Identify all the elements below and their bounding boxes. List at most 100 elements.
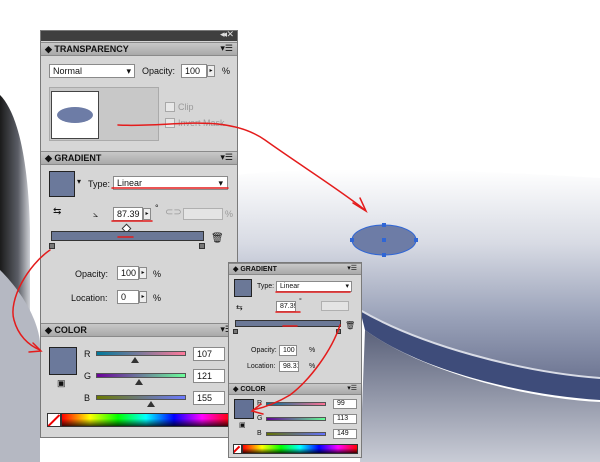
color-small-spectrum[interactable] [242,444,358,454]
gradient-swatch[interactable] [49,171,75,197]
gradient-small-location-label: Location: [247,363,276,370]
panel-menu-icon[interactable]: ▾☰ [347,264,357,272]
selection-handle-left [350,238,354,242]
color-small-red-slider[interactable] [266,402,326,406]
chevron-down-icon: ▾ [126,66,131,76]
gradient-small-aspect-input [321,301,349,311]
panel-menu-icon[interactable]: ▾☰ [220,152,233,163]
gradient-location-label: Location: [71,293,108,303]
selection-handle-top [382,223,386,227]
gradient-small-type-select[interactable]: Linear ▾ [276,281,352,292]
selection-handle-right [414,238,418,242]
blue-input[interactable]: 155 [193,391,225,405]
close-icon[interactable]: ✕ [226,29,234,40]
gradient-small-location-input[interactable]: 98.31 [279,361,299,372]
color-small-blue-input[interactable]: 149 [333,429,357,439]
color-small-green-slider[interactable] [266,417,326,421]
gradient-small-swatch[interactable] [234,279,252,297]
blue-slider-thumb[interactable] [147,401,155,407]
gradient-small-stop-left[interactable] [233,329,238,334]
green-label: G [84,371,92,381]
gradient-type-label: Type: [88,179,111,189]
red-input[interactable]: 107 [193,347,225,361]
angle-input[interactable]: 87.39 [113,207,143,221]
color-small-green-input[interactable]: 113 [333,414,357,424]
swatch-dropdown-icon[interactable]: ▾ [77,177,81,186]
fill-color-swatch[interactable] [49,347,77,375]
thumbnail-ellipse [57,107,93,123]
out-of-gamut-icon[interactable]: ▣ [239,421,246,431]
clip-checkbox[interactable] [165,102,175,112]
device-left-lower [0,270,40,462]
panel-menu-icon[interactable]: ▾☰ [220,43,233,54]
gradient-small-header[interactable]: ◆ GRADIENT ▾☰ [229,263,361,275]
gradient-small-stop-right[interactable] [336,329,341,334]
invert-mask-checkbox[interactable] [165,118,175,128]
color-title: ◆ COLOR [45,325,87,335]
blue-label: B [84,393,91,403]
gradient-small-title: ◆ GRADIENT [233,266,277,273]
panel-title-bar[interactable]: ◂◂ ✕ [41,29,237,41]
color-spectrum[interactable] [61,413,231,427]
color-small-red-input[interactable]: 99 [333,399,357,409]
color-small-blue-label: B [257,430,262,437]
opacity-stepper[interactable]: ▸ [207,65,215,77]
blue-slider[interactable] [96,395,186,400]
reverse-gradient-icon[interactable]: ⇆ [236,303,243,313]
gradient-small-angle-input[interactable]: 87.39 [276,301,296,312]
gradient-small-opacity-label: Opacity: [251,347,277,354]
degree-symbol: ° [155,203,159,213]
gradient-type-select[interactable]: Linear ▾ [113,176,228,190]
green-slider[interactable] [96,373,186,378]
panel-stack-small: ◆ GRADIENT ▾☰ Type: Linear ▾ ⇆ 87.39 ° 🗑… [228,262,362,458]
trash-icon[interactable]: 🗑 [211,234,224,244]
none-color-icon[interactable] [47,413,61,427]
red-slider-thumb[interactable] [131,357,139,363]
gradient-title: ◆ GRADIENT [45,153,102,163]
angle-stepper[interactable]: ▸ [143,208,151,220]
color-small-red-label: R [257,400,263,407]
trash-icon[interactable]: 🗑 [345,321,355,331]
opacity-label: Opacity: [142,66,176,76]
none-color-icon[interactable] [233,444,242,454]
gradient-opacity-stepper[interactable]: ▸ [139,267,147,279]
gradient-small-slider-bar[interactable] [235,320,341,327]
color-small-title: ◆ COLOR [233,386,266,393]
gradient-header[interactable]: ◆ GRADIENT ▾☰ [41,151,237,165]
panel-menu-icon[interactable]: ▾☰ [347,384,357,392]
color-header[interactable]: ◆ COLOR ▾☰ [41,323,237,337]
red-slider[interactable] [96,351,186,356]
gradient-small-opacity-unit: % [309,347,316,354]
chevron-down-icon: ▾ [345,283,349,290]
gradient-opacity-unit: % [153,269,162,279]
gradient-location-unit: % [153,293,162,303]
color-small-blue-slider[interactable] [266,432,326,436]
gradient-location-stepper[interactable]: ▸ [139,291,147,303]
chevron-down-icon: ▾ [218,178,223,188]
gradient-opacity-input[interactable]: 100 [117,266,139,280]
gradient-stop-left[interactable] [49,243,55,249]
gradient-stop-right[interactable] [199,243,205,249]
selection-handle-bottom [382,253,386,257]
selection-center [382,238,386,242]
blend-mode-select[interactable]: Normal ▾ [49,64,135,78]
color-small-swatch[interactable] [234,399,254,419]
gradient-opacity-label: Opacity: [75,269,109,279]
color-small-green-label: G [257,415,263,422]
green-input[interactable]: 121 [193,369,225,383]
gradient-small-degree: ° [299,298,302,305]
green-slider-thumb[interactable] [135,379,143,385]
reverse-gradient-icon[interactable]: ⇆ [53,207,61,217]
transparency-header[interactable]: ◆ TRANSPARENCY ▾☰ [41,42,237,56]
aspect-unit: % [225,209,234,219]
color-small-header[interactable]: ◆ COLOR ▾☰ [229,383,361,395]
collapse-icon[interactable]: ◂◂ [220,29,227,40]
out-of-gamut-icon[interactable]: ▣ [57,378,66,388]
clip-label: Clip [178,102,194,112]
gradient-small-type-label: Type: [257,283,275,290]
gradient-location-input[interactable]: 0 [117,290,139,304]
opacity-input[interactable]: 100 [181,64,207,78]
gradient-small-opacity-input[interactable]: 100 [279,345,297,356]
object-thumbnail[interactable] [51,91,99,139]
gradient-slider-bar[interactable] [51,231,204,241]
